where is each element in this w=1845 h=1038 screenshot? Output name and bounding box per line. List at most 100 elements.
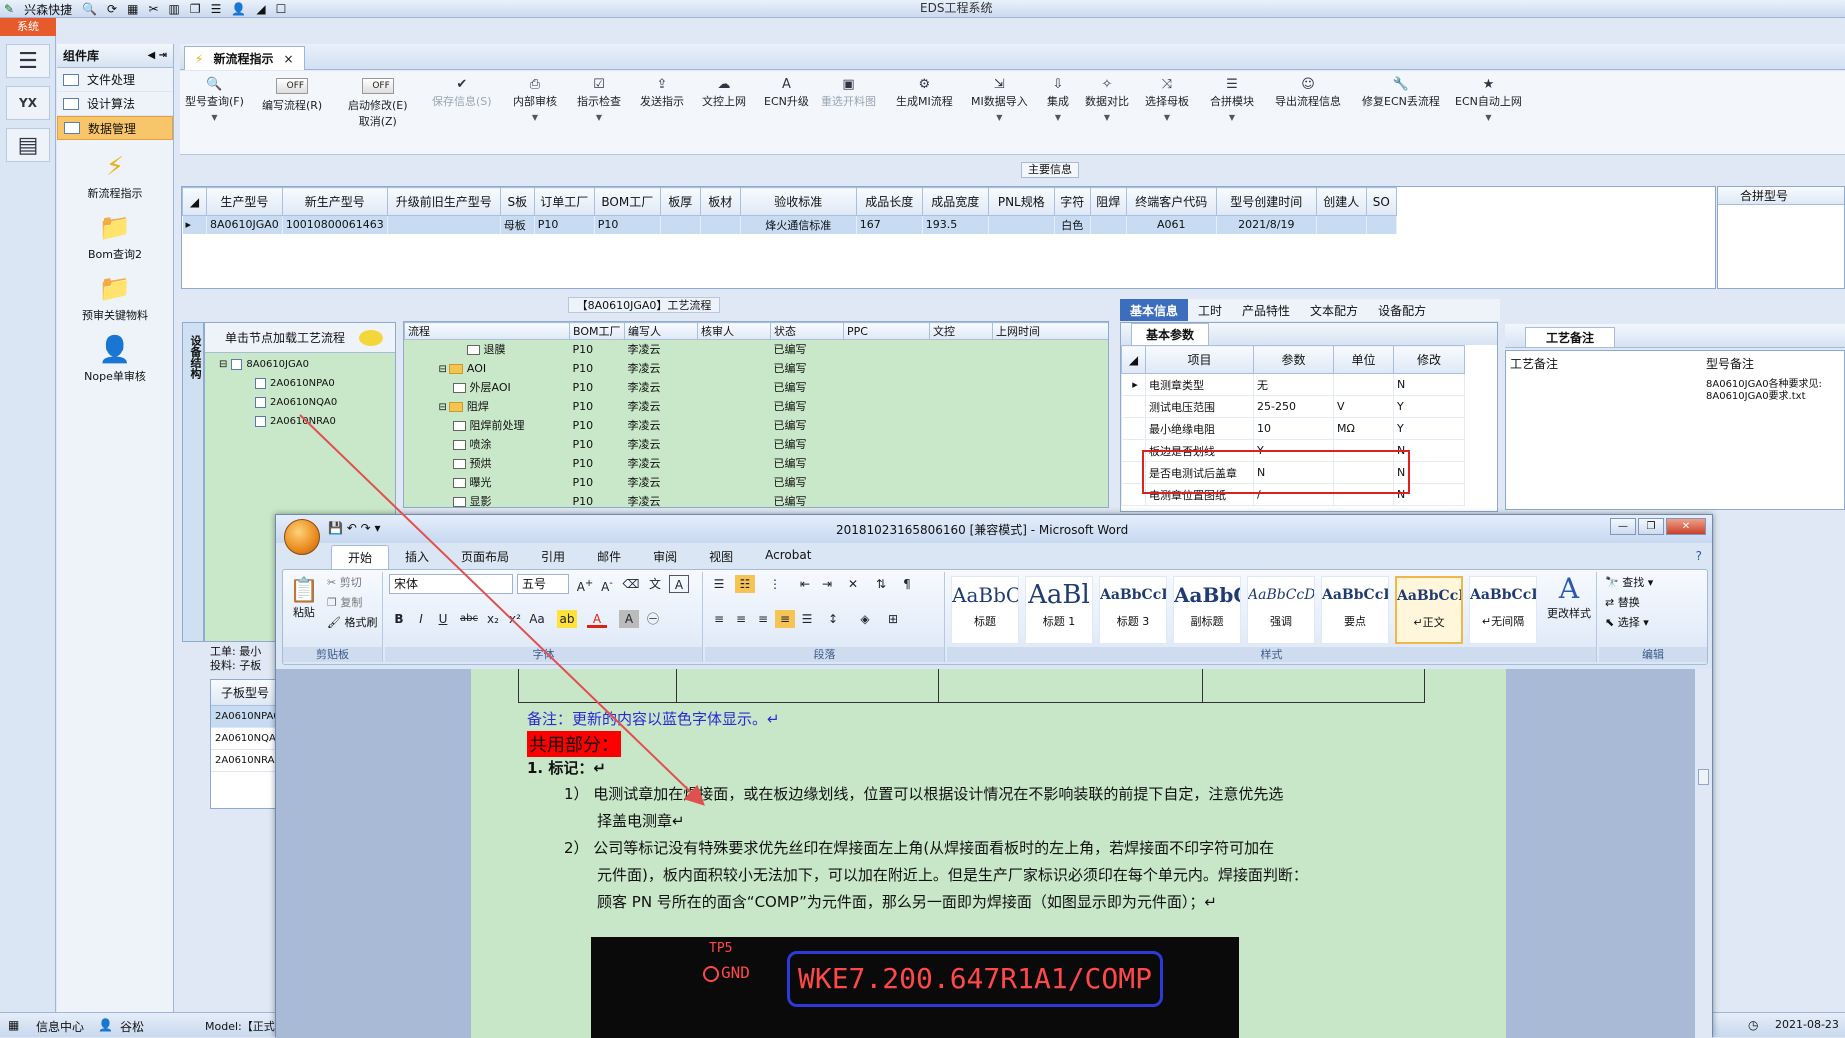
reselect-cutting-button[interactable]: ▣ 重选开料图	[821, 77, 876, 109]
strikethrough-icon[interactable]: abc	[459, 610, 479, 628]
column-header[interactable]: PPC	[843, 322, 930, 340]
table-cell[interactable]: P10	[570, 454, 625, 473]
highlight-icon[interactable]: ab	[557, 610, 577, 628]
column-header[interactable]: PNL规格	[987, 187, 1055, 216]
table-row[interactable]: ▸ 8A0610JGA0 10010800061463 母板 P10 P10 烽…	[182, 215, 1397, 234]
table-cell[interactable]: 已编写	[771, 492, 844, 507]
column-header[interactable]: 修改	[1393, 345, 1465, 374]
param-item[interactable]: 测试电压范围	[1145, 395, 1254, 418]
table-cell[interactable]: P10	[570, 492, 625, 508]
table-cell[interactable]	[387, 215, 501, 234]
font-color-icon[interactable]: A	[587, 610, 607, 628]
chinese-layout-icon[interactable]: ✕	[843, 575, 863, 593]
process-name-cell[interactable]: 曝光	[405, 473, 570, 492]
tab-page-layout[interactable]: 页面布局	[445, 545, 525, 569]
table-cell[interactable]	[993, 340, 1109, 359]
component-item-file[interactable]: 文件处理	[57, 68, 173, 92]
table-row[interactable]: 退膜 P10 李凌云 已编写	[405, 340, 1109, 359]
table-row[interactable]: ▸ 电测章类型无 N	[1121, 373, 1465, 396]
column-header[interactable]: 升级前旧生产型号	[386, 187, 501, 216]
chevron-down-icon[interactable]: ▼	[996, 113, 1002, 122]
table-cell[interactable]: 李凌云	[625, 454, 698, 473]
shrink-font-icon[interactable]: A-	[597, 575, 617, 594]
table-cell[interactable]	[700, 215, 741, 234]
tab-basic-info[interactable]: 基本信息	[1120, 299, 1189, 321]
table-cell[interactable]	[660, 215, 701, 234]
table-cell[interactable]	[698, 397, 771, 416]
model-query-button[interactable]: 🔍 型号查询(F) ▼	[185, 77, 244, 122]
office-button[interactable]	[284, 519, 320, 555]
table-row[interactable]: 预烘 P10 李凌云 已编写	[405, 454, 1109, 473]
table-cell[interactable]	[698, 473, 771, 492]
table-cell[interactable]	[844, 416, 930, 435]
chevron-down-icon[interactable]: ▼	[1104, 113, 1110, 122]
column-header[interactable]: 字符	[1053, 187, 1091, 216]
integrate-button[interactable]: ⇩ 集成 ▼	[1047, 77, 1069, 122]
distribute-icon[interactable]: ☰	[797, 610, 817, 628]
column-header[interactable]: 文控	[929, 322, 993, 340]
table-cell[interactable]: 烽火通信标准	[740, 215, 857, 234]
table-cell[interactable]: 母板	[500, 215, 535, 234]
table-cell[interactable]: P10	[570, 397, 625, 416]
table-cell[interactable]	[698, 416, 771, 435]
column-header[interactable]: 状态	[770, 322, 844, 340]
table-cell[interactable]: 已编写	[771, 340, 844, 359]
tab-home[interactable]: 开始	[331, 545, 390, 569]
save-icon[interactable]: ▥	[169, 2, 180, 16]
tree-checkbox[interactable]	[231, 359, 243, 370]
column-header[interactable]: 项目	[1145, 345, 1254, 374]
param-value[interactable]: 10	[1253, 417, 1334, 440]
numbering-icon[interactable]: ☷	[735, 575, 755, 593]
process-name-cell[interactable]: 外层AOI	[405, 378, 570, 397]
bold-icon[interactable]: B	[389, 610, 409, 628]
tab-new-process[interactable]: ⚡ 新流程指示 ×	[184, 46, 305, 70]
structure-side-tab[interactable]: 设备结构	[182, 322, 204, 642]
table-cell[interactable]: P10	[570, 378, 625, 397]
change-styles-button[interactable]: A 更改样式	[1547, 572, 1591, 621]
style-6[interactable]: AaBbCcD 要点	[1321, 576, 1389, 644]
merge-module-button[interactable]: ☰ 合拼模块 ▼	[1210, 77, 1254, 122]
bullets-icon[interactable]: ☰	[709, 575, 729, 593]
column-header[interactable]: SO	[1365, 187, 1397, 216]
table-cell[interactable]	[698, 435, 771, 454]
align-right-icon[interactable]: ≡	[753, 610, 773, 628]
align-center-icon[interactable]: ≡	[731, 610, 751, 628]
main-info-label[interactable]: 主要信息	[1021, 162, 1079, 178]
table-cell[interactable]: 已编写	[771, 359, 844, 378]
table-cell[interactable]: 已编写	[771, 454, 844, 473]
collapse-left-icon[interactable]: ◀ ⇥	[147, 50, 167, 61]
send-instruction-button[interactable]: ⇪ 发送指示	[640, 77, 684, 109]
tab-equipment-recipe[interactable]: 设备配方	[1368, 299, 1436, 321]
enclose-char-icon[interactable]: ㊀	[643, 610, 663, 628]
param-value[interactable]: 无	[1253, 373, 1334, 396]
table-cell[interactable]: 白色	[1054, 215, 1091, 234]
param-unit[interactable]: V	[1333, 395, 1394, 418]
table-row[interactable]: 最小绝缘电阻 10 MΩ Y	[1121, 417, 1465, 440]
line-spacing-icon[interactable]: ↕	[823, 610, 843, 628]
tab-text-recipe[interactable]: 文本配方	[1300, 299, 1368, 321]
table-cell[interactable]	[844, 454, 930, 473]
table-cell[interactable]: 8A0610JGA0	[206, 215, 283, 234]
show-marks-icon[interactable]: ¶	[897, 575, 917, 593]
column-header[interactable]: BOM工厂	[593, 187, 661, 216]
table-row[interactable]: 测试电压范围 25-250 V Y	[1121, 395, 1465, 418]
font-size-select[interactable]: 五号	[517, 574, 569, 594]
component-item-algorithm[interactable]: 设计算法	[57, 92, 173, 116]
table-cell[interactable]	[844, 340, 930, 359]
table-cell[interactable]	[844, 378, 930, 397]
data-compare-button[interactable]: ✧ 数据对比 ▼	[1085, 77, 1129, 122]
table-row[interactable]: ⊟ 阻焊 P10 李凌云 已编写	[405, 397, 1109, 416]
menu-icon[interactable]: ☰	[6, 44, 50, 78]
grow-font-icon[interactable]: A+	[575, 575, 595, 594]
tree-checkbox[interactable]	[255, 416, 266, 427]
tool-nope-review[interactable]: 👤 Nope单审核	[57, 335, 173, 384]
minimize-icon[interactable]: —	[1610, 518, 1636, 535]
param-modify[interactable]: N	[1393, 373, 1465, 396]
column-header[interactable]: 上网时间	[992, 322, 1108, 340]
table-cell[interactable]	[844, 473, 930, 492]
model-notes-text[interactable]: 8A0610JGA0各种要求见: 8A0610JGA0要求.txt	[1706, 379, 1842, 403]
style-2[interactable]: AaBl 标题 1	[1025, 576, 1093, 644]
column-header[interactable]: S板	[499, 187, 535, 216]
table-cell[interactable]: 已编写	[771, 416, 844, 435]
tree-node[interactable]: 2A0610NPA0	[205, 374, 395, 393]
